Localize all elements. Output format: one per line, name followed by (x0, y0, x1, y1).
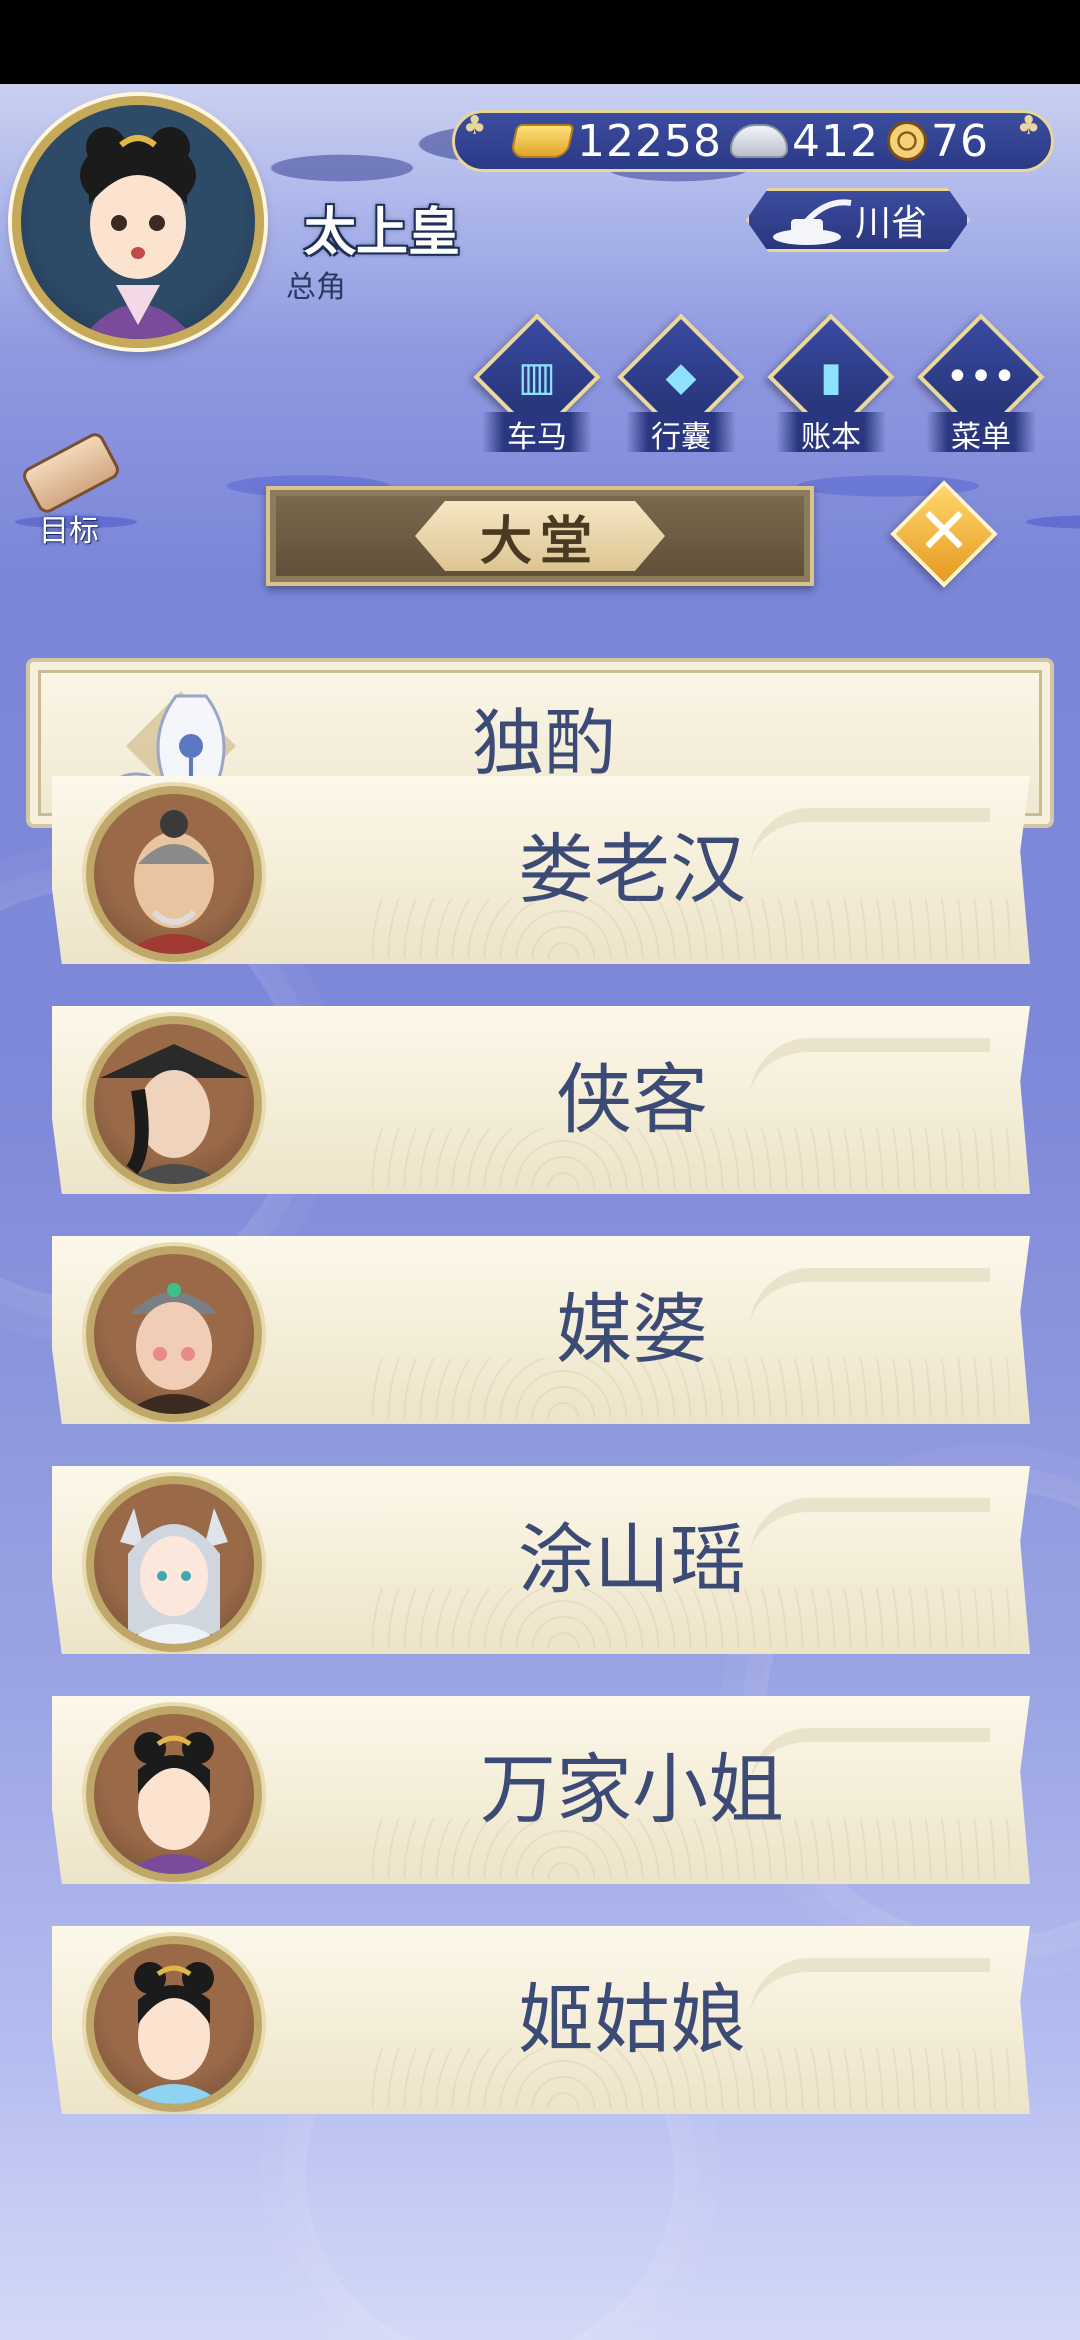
npc-portrait-old-man (86, 786, 262, 962)
goal-label: 目标 (39, 514, 99, 549)
npc-name: 姬姑娘 (518, 1975, 746, 2064)
gold-currency: 12258 (509, 115, 722, 167)
nav-menu-button[interactable]: ••• 菜单 (917, 313, 1045, 458)
npc-name: 万家小姐 (480, 1745, 784, 1834)
bag-icon: ◆ (665, 354, 697, 400)
npc-name: 侠客 (556, 1055, 708, 1144)
carriage-icon: ▥ (518, 354, 556, 400)
page-title-plaque: 大堂 (266, 486, 814, 586)
title-inner: 大堂 (415, 501, 665, 571)
page-title: 大堂 (479, 511, 600, 572)
lady-avatar-icon (124, 1732, 224, 1874)
nav-ledger-button[interactable]: ▮ 账本 (767, 313, 895, 458)
nav-label: 车马 (482, 412, 592, 455)
matchmaker-avatar-icon (124, 1283, 224, 1414)
nav-carriage-button[interactable]: ▥ 车马 (473, 313, 601, 458)
goal-button[interactable]: 目标 (14, 429, 124, 549)
player-name: 太上皇 (304, 203, 461, 263)
npc-portrait-matchmaker (86, 1246, 262, 1422)
npc-portrait-miss-ji (86, 1936, 262, 2112)
nav-label: 行囊 (626, 412, 736, 455)
brush-inkstone-icon (773, 199, 852, 245)
location-button[interactable]: 川省 (746, 188, 970, 252)
player-avatar[interactable] (12, 96, 264, 348)
gold-ingot-icon (509, 124, 575, 158)
nav-bag-button[interactable]: ◆ 行囊 (617, 313, 745, 458)
bamboo-icon: ♣ (463, 111, 487, 141)
silver-value: 412 (791, 115, 879, 167)
gold-value: 12258 (577, 115, 722, 167)
silver-currency: 412 (729, 115, 879, 167)
npc-row[interactable]: 万家小姐 (52, 1696, 1030, 1884)
npc-row[interactable]: 涂山瑶 (52, 1466, 1030, 1654)
copper-coin-icon (886, 121, 927, 161)
nav-label: 账本 (776, 412, 886, 455)
girl-avatar-icon (124, 1962, 224, 2104)
currency-bar: ♣ 12258 412 76 ♣ (452, 110, 1054, 172)
close-icon[interactable]: ✕ (900, 488, 988, 576)
nav-label: 菜单 (926, 412, 1036, 455)
fox-girl-avatar-icon (120, 1508, 228, 1644)
npc-row[interactable]: 媒婆 (52, 1236, 1030, 1424)
coin-currency: 76 (886, 115, 989, 167)
avatar-portrait-icon (80, 127, 196, 339)
npc-portrait-lady-wan (86, 1706, 262, 1882)
ledger-icon: ▮ (819, 354, 842, 400)
npc-portrait-swordsman (86, 1016, 262, 1192)
silver-ingot-icon (729, 124, 788, 158)
bamboo-icon: ♣ (1017, 111, 1041, 141)
swordsman-avatar-icon (100, 1044, 248, 1184)
menu-dots-icon: ••• (945, 354, 1017, 400)
npc-row[interactable]: 娄老汉 (52, 776, 1030, 964)
game-scene: 太上皇 总角 ♣ 12258 412 76 ♣ 川省 ▥ 车马 ◆ 行囊 ▮ 账… (0, 84, 1080, 2340)
npc-name: 媒婆 (556, 1285, 708, 1374)
npc-row[interactable]: 侠客 (52, 1006, 1030, 1194)
player-role: 总角 (286, 270, 346, 305)
npc-row[interactable]: 姬姑娘 (52, 1926, 1030, 2114)
status-bar (0, 0, 1080, 84)
npc-portrait-fox-girl (86, 1476, 262, 1652)
npc-name: 娄老汉 (518, 825, 746, 914)
old-man-avatar-icon (124, 810, 224, 954)
npc-name: 涂山瑶 (518, 1515, 746, 1604)
location-label: 川省 (854, 203, 927, 244)
coin-value: 76 (930, 115, 989, 167)
